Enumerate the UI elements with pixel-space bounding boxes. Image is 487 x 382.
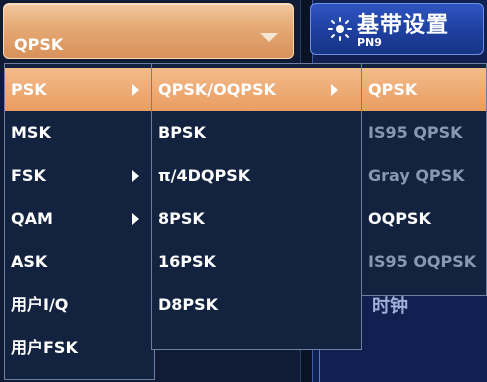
menu-item-label: IS95 OQPSK xyxy=(368,252,477,271)
menu-item-oqpsk[interactable]: OQPSK xyxy=(362,197,486,240)
menu-item-label: D8PSK xyxy=(158,295,219,314)
menu-item-bpsk[interactable]: BPSK xyxy=(152,111,361,154)
menu-item-ask[interactable]: ASK xyxy=(5,240,154,283)
chevron-down-icon xyxy=(260,33,278,42)
dropdown-selected-value: QPSK xyxy=(14,35,64,54)
chevron-right-icon xyxy=(132,213,139,225)
menu-item-psk[interactable]: PSK xyxy=(5,68,154,111)
modulation-family-menu: PSK MSK FSK QAM ASK 用户I/Q 用户FSK xyxy=(4,63,155,380)
chevron-right-icon xyxy=(132,170,139,182)
menu-item-8psk[interactable]: 8PSK xyxy=(152,197,361,240)
menu-item-label: FSK xyxy=(11,166,46,185)
menu-item-is95-qpsk: IS95 QPSK xyxy=(362,111,486,154)
chevron-right-icon xyxy=(132,84,139,96)
menu-item-16psk[interactable]: 16PSK xyxy=(152,240,361,283)
menu-item-gray-qpsk: Gray QPSK xyxy=(362,154,486,197)
menu-item-msk[interactable]: MSK xyxy=(5,111,154,154)
menu-item-label: 用户FSK xyxy=(11,338,78,357)
baseband-settings-title: 基带设置 xyxy=(357,13,450,38)
qpsk-oqpsk-submenu: QPSK IS95 QPSK Gray QPSK OQPSK IS95 OQPS… xyxy=(361,63,487,296)
menu-item-user-iq[interactable]: 用户I/Q xyxy=(5,283,154,326)
menu-item-label: π/4DQPSK xyxy=(158,166,251,185)
menu-item-label: QAM xyxy=(11,209,53,228)
menu-item-label: 16PSK xyxy=(158,252,216,271)
menu-item-label: 8PSK xyxy=(158,209,205,228)
menu-item-is95-oqpsk: IS95 OQPSK xyxy=(362,240,486,283)
menu-item-label: QPSK xyxy=(368,80,418,99)
menu-item-label: MSK xyxy=(11,123,51,142)
menu-item-label: OQPSK xyxy=(368,209,431,228)
sun-icon xyxy=(328,17,352,41)
menu-item-label: QPSK/OQPSK xyxy=(158,80,276,99)
menu-item-label: Gray QPSK xyxy=(368,166,465,185)
menu-item-pi4dqpsk[interactable]: π/4DQPSK xyxy=(152,154,361,197)
menu-item-label: 用户I/Q xyxy=(11,295,69,314)
chevron-right-icon xyxy=(331,84,338,96)
menu-item-label: BPSK xyxy=(158,123,206,142)
modulation-type-dropdown[interactable]: QPSK xyxy=(3,3,294,59)
menu-item-label: PSK xyxy=(11,80,47,99)
menu-item-qpsk[interactable]: QPSK xyxy=(362,68,486,111)
baseband-settings-subtitle: PN9 xyxy=(357,36,382,49)
menu-item-fsk[interactable]: FSK xyxy=(5,154,154,197)
menu-item-user-fsk[interactable]: 用户FSK xyxy=(5,326,154,369)
menu-item-d8psk[interactable]: D8PSK xyxy=(152,283,361,326)
menu-item-qam[interactable]: QAM xyxy=(5,197,154,240)
psk-submenu: QPSK/OQPSK BPSK π/4DQPSK 8PSK 16PSK D8PS… xyxy=(151,63,362,350)
menu-item-label: ASK xyxy=(11,252,48,271)
menu-item-qpsk-oqpsk[interactable]: QPSK/OQPSK xyxy=(152,68,361,111)
menu-item-label: IS95 QPSK xyxy=(368,123,463,142)
baseband-settings-button[interactable]: 基带设置 PN9 xyxy=(310,3,484,55)
modulation-settings-screen: 时钟 QPSK 基带设置 PN9 PSK MSK FSK QAM ASK 用户I… xyxy=(0,0,487,382)
